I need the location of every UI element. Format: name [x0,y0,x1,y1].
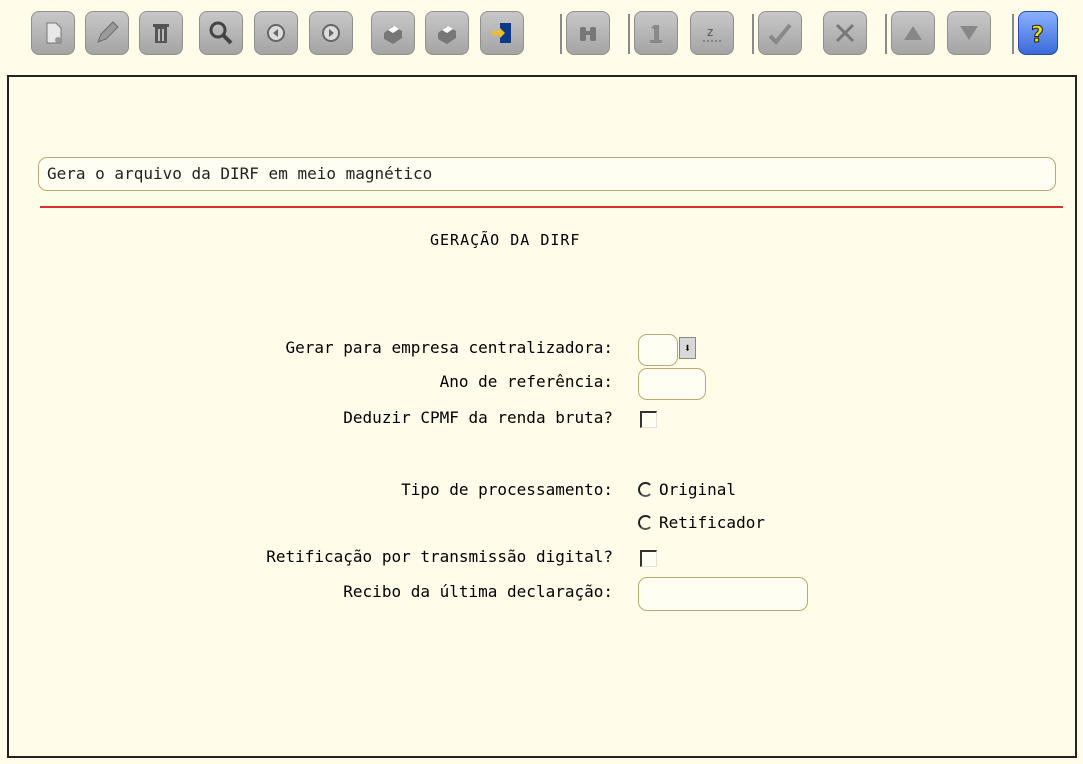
empresa-dropdown-button[interactable]: ⬇ [679,337,696,359]
radio-original[interactable]: Original [638,480,736,499]
exit-door-icon [492,23,511,43]
program-description: Gera o arquivo da DIRF em meio magnético [38,157,1056,191]
edit-pencil-icon [97,21,119,43]
print-button[interactable] [371,11,415,55]
tipo-label: Tipo de processamento: [401,480,613,499]
ano-input[interactable] [638,368,706,400]
help-question-icon: ? [1031,23,1045,48]
radio-circle-icon [638,515,653,530]
radio-circle-icon [638,482,653,497]
edit-button[interactable] [85,11,129,55]
delete-trash-icon [153,24,169,43]
recibo-input[interactable] [638,577,808,611]
first-record-icon [650,25,662,43]
print-icon [384,26,402,44]
radio-retificador[interactable]: Retificador [638,513,765,532]
scroll-up-icon [904,26,922,40]
retificacao-checkbox[interactable] [640,550,657,567]
help-button[interactable]: ? [1012,11,1058,55]
form-title: GERAÇÃO DA DIRF [430,231,581,249]
search-icon [209,21,233,45]
confirm-button[interactable] [752,11,802,55]
cpmf-label: Deduzir CPMF da renda bruta? [343,408,613,427]
print-setup-icon [438,26,456,44]
svg-text:z: z [707,25,713,39]
confirm-check-icon [768,23,792,45]
ano-label: Ano de referência: [439,372,613,391]
empresa-label: Gerar para empresa centralizadora: [285,338,613,357]
last-record-button[interactable]: z [690,11,734,55]
new-document-button[interactable] [31,11,75,55]
previous-icon [267,24,285,42]
cancel-button[interactable] [823,11,867,55]
scroll-up-button[interactable] [885,11,935,55]
find-button[interactable] [560,11,610,55]
svg-text:?: ? [1031,23,1044,47]
search-button[interactable] [199,11,243,55]
new-document-icon [46,22,62,44]
scroll-down-icon [960,26,978,40]
find-binoculars-icon [580,27,596,41]
exit-button[interactable] [480,11,524,55]
previous-button[interactable] [254,11,298,55]
separator-line [40,206,1063,208]
cancel-tools-icon [835,23,855,43]
recibo-label: Recibo da última declaração: [343,582,613,601]
toolbar: z ? [0,0,1083,74]
retificacao-label: Retificação por transmissão digital? [266,547,613,566]
radio-retificador-label: Retificador [659,513,765,532]
next-icon [322,24,340,42]
radio-original-label: Original [659,480,737,499]
last-record-icon: z [703,25,721,42]
cpmf-checkbox[interactable] [640,411,657,428]
empresa-select[interactable] [638,334,678,366]
first-record-button[interactable] [628,11,678,55]
scroll-down-button[interactable] [947,11,991,55]
arrow-down-icon: ⬇ [683,341,692,355]
next-button[interactable] [309,11,353,55]
print-setup-button[interactable] [425,11,469,55]
delete-button[interactable] [139,11,183,55]
